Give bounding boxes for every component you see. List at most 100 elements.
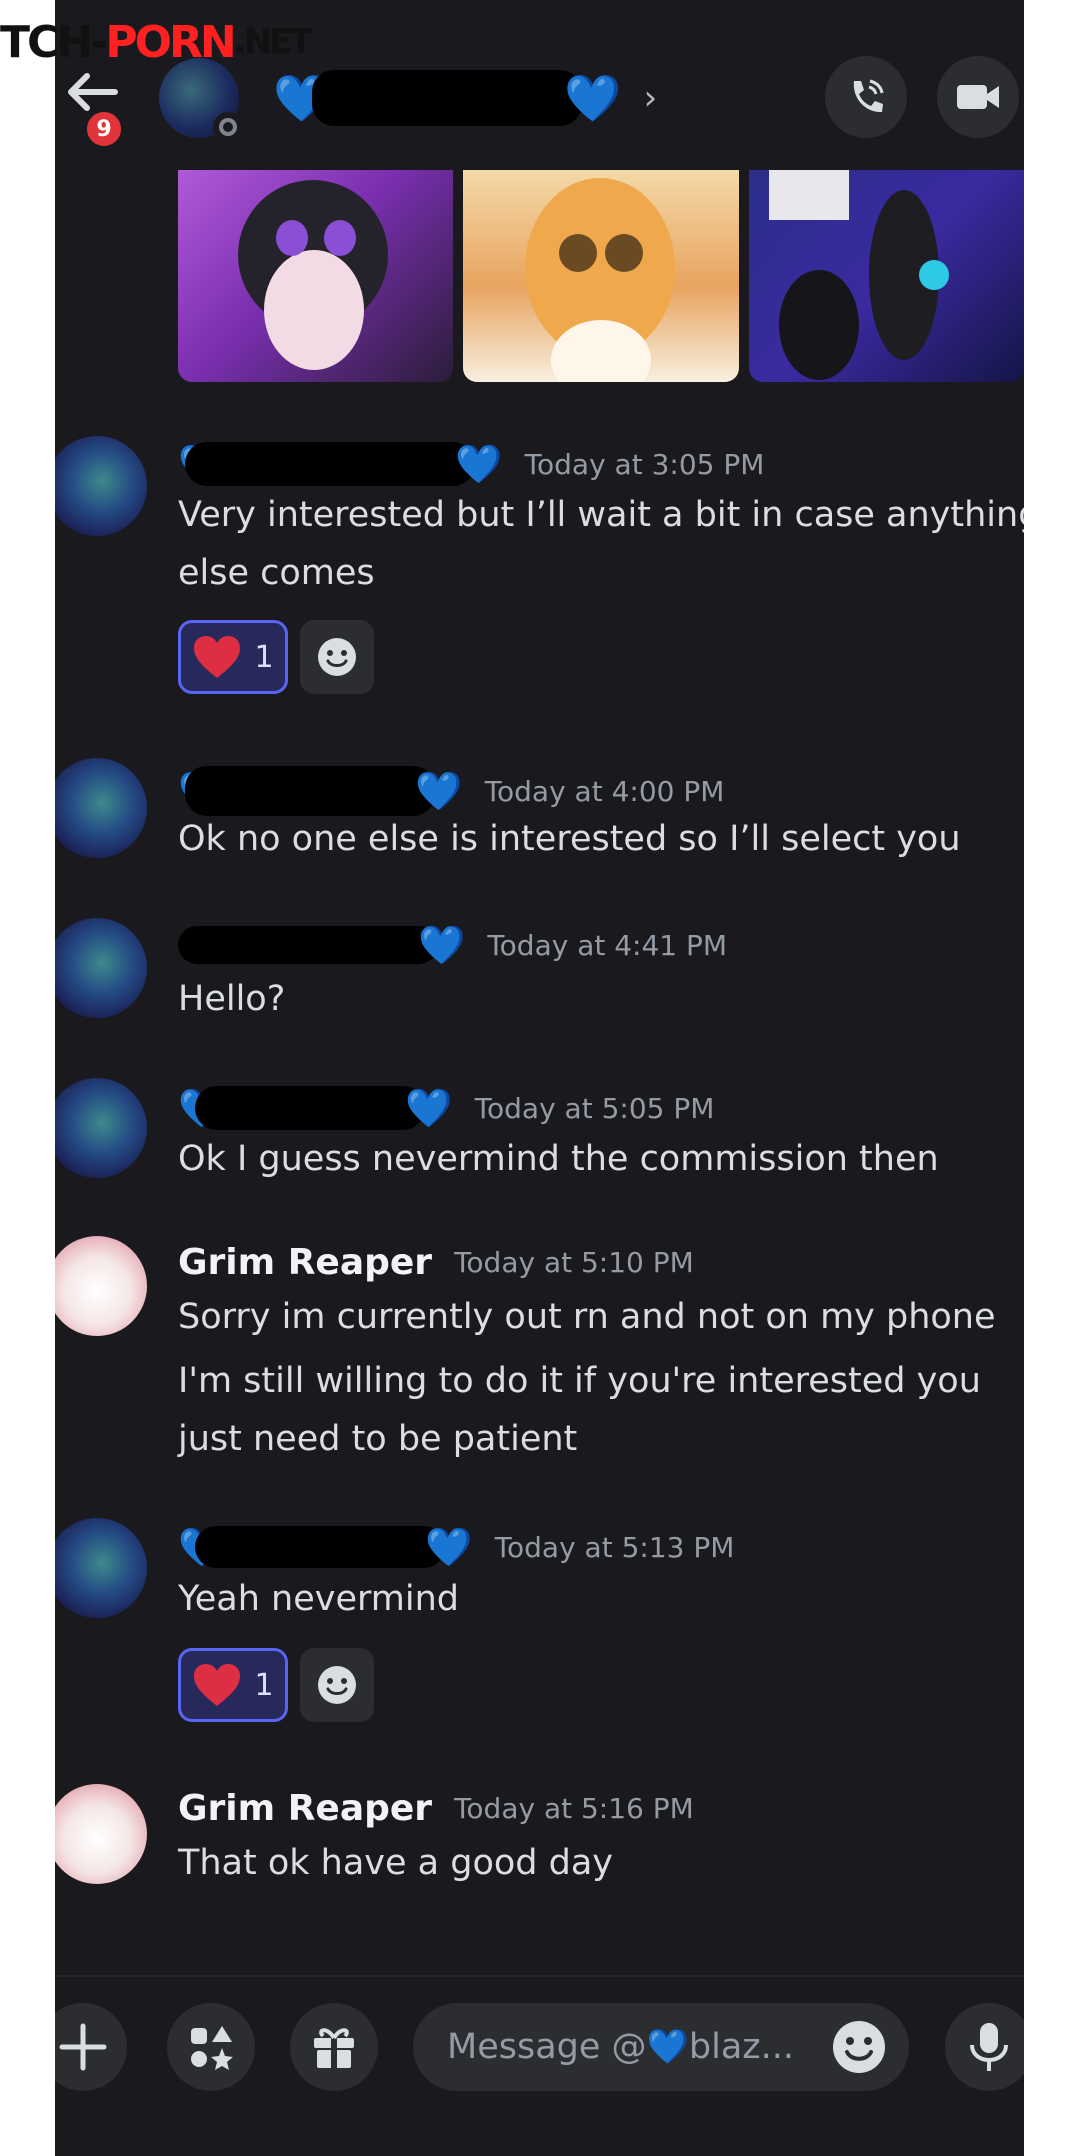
watermark-text-2: PORN bbox=[105, 16, 236, 68]
heart-icon bbox=[194, 636, 241, 678]
blue-heart-icon: 💙 bbox=[418, 923, 466, 967]
redacted-username[interactable] bbox=[195, 1526, 446, 1568]
message-text: Ok no one else is interested so I’ll sel… bbox=[178, 810, 961, 868]
message-text: I'm still willing to do it if you're int… bbox=[178, 1352, 981, 1468]
unread-badge: 9 bbox=[83, 108, 125, 150]
video-camera-icon bbox=[957, 85, 999, 109]
message-header: 💙 💙 Today at 5:13 PM bbox=[178, 1526, 734, 1568]
message-header: Grim Reaper Today at 5:16 PM bbox=[178, 1788, 694, 1829]
message-text: Yeah nevermind bbox=[178, 1570, 459, 1628]
message-line: That ok have a good day bbox=[178, 1843, 614, 1883]
reaction-heart[interactable]: 1 bbox=[178, 1648, 288, 1722]
reactions-bar: 1 bbox=[178, 1648, 374, 1722]
voice-message-button[interactable] bbox=[945, 2003, 1024, 2091]
blue-heart-icon: 💙 bbox=[425, 1525, 473, 1569]
recipient-name[interactable]: 💙 💙 › bbox=[273, 70, 657, 126]
heart-icon bbox=[194, 1664, 241, 1706]
dm-chat-screen: 9 💙 💙 › 💙 Today at 3:05 PM Very interest… bbox=[55, 0, 1024, 2156]
timestamp: Today at 5:05 PM bbox=[474, 1091, 715, 1125]
message-input[interactable]: Message @ 💙 blaz... bbox=[413, 2003, 909, 2091]
attachment-image[interactable] bbox=[178, 170, 454, 382]
blue-heart-icon: 💙 bbox=[455, 442, 503, 486]
message-text: Very interested but I’ll wait a bit in c… bbox=[178, 486, 1024, 602]
blue-heart-icon: 💙 bbox=[405, 1086, 453, 1130]
timestamp: Today at 5:10 PM bbox=[454, 1246, 694, 1279]
apps-icon bbox=[191, 2026, 233, 2070]
avatar[interactable] bbox=[55, 1078, 147, 1178]
add-reaction-button[interactable] bbox=[300, 620, 374, 694]
blue-heart-icon: 💙 bbox=[646, 2027, 689, 2067]
timestamp: Today at 5:16 PM bbox=[454, 1792, 694, 1825]
emoji-picker-button[interactable] bbox=[831, 2019, 887, 2084]
plus-icon bbox=[59, 2023, 107, 2071]
smiley-icon bbox=[318, 1666, 356, 1704]
timestamp: Today at 4:00 PM bbox=[484, 774, 725, 808]
message-line: Sorry im currently out rn and not on my … bbox=[178, 1297, 996, 1337]
message-text: Hello? bbox=[178, 970, 285, 1028]
avatar[interactable] bbox=[55, 1236, 147, 1336]
avatar[interactable] bbox=[55, 436, 147, 536]
redacted-username[interactable] bbox=[185, 442, 476, 486]
chevron-right-icon: › bbox=[643, 78, 658, 118]
avatar[interactable] bbox=[55, 918, 147, 1018]
message-line: Ok no one else is interested so I’ll sel… bbox=[178, 819, 961, 859]
image-attachments bbox=[178, 170, 1024, 382]
arrow-left-icon bbox=[68, 73, 118, 111]
timestamp: Today at 3:05 PM bbox=[524, 447, 765, 481]
author-name[interactable]: Grim Reaper bbox=[178, 1242, 432, 1283]
redacted-username[interactable] bbox=[195, 1086, 426, 1130]
phone-icon bbox=[853, 79, 884, 113]
smiley-icon bbox=[318, 638, 356, 676]
apps-button[interactable] bbox=[167, 2003, 255, 2091]
avatar[interactable] bbox=[55, 758, 147, 858]
message-header: 💙 💙 Today at 4:00 PM bbox=[178, 766, 724, 816]
watermark-text-3: .NET bbox=[233, 22, 313, 62]
redacted-username[interactable] bbox=[178, 926, 438, 964]
video-call-button[interactable] bbox=[937, 56, 1019, 138]
add-attachment-button[interactable] bbox=[55, 2003, 127, 2091]
redacted-name bbox=[312, 70, 583, 126]
timestamp: Today at 4:41 PM bbox=[487, 928, 728, 962]
author-name[interactable]: Grim Reaper bbox=[178, 1788, 432, 1829]
smiley-icon bbox=[833, 2021, 885, 2073]
message-header: 💙 💙 Today at 3:05 PM bbox=[178, 442, 764, 486]
timestamp: Today at 5:13 PM bbox=[494, 1530, 735, 1564]
status-offline-icon bbox=[213, 112, 243, 142]
message-line: Ok I guess nevermind the commission then bbox=[178, 1139, 939, 1179]
message-line: Yeah nevermind bbox=[178, 1579, 459, 1619]
watermark-text-1: TCH- bbox=[0, 16, 108, 68]
attachment-image[interactable] bbox=[748, 170, 1024, 382]
message-text: Sorry im currently out rn and not on my … bbox=[178, 1288, 996, 1346]
message-header: 💙 Today at 4:41 PM bbox=[178, 926, 727, 964]
blue-heart-icon: 💙 bbox=[415, 769, 463, 813]
message-line: I'm still willing to do it if you're int… bbox=[178, 1361, 981, 1401]
avatar[interactable] bbox=[55, 1784, 147, 1884]
message-text: That ok have a good day bbox=[178, 1834, 613, 1892]
message-line: else comes bbox=[178, 553, 375, 593]
watermark: TCH- PORN .NET bbox=[0, 14, 313, 70]
back-button[interactable]: 9 bbox=[55, 60, 135, 150]
reaction-count: 1 bbox=[254, 1667, 274, 1703]
blue-heart-icon: 💙 bbox=[564, 71, 622, 125]
reactions-bar: 1 bbox=[178, 620, 374, 694]
gift-button[interactable] bbox=[290, 2003, 378, 2091]
message-header: Grim Reaper Today at 5:10 PM bbox=[178, 1242, 694, 1283]
message-line: Hello? bbox=[178, 979, 286, 1019]
reaction-heart[interactable]: 1 bbox=[178, 620, 288, 694]
attachment-image[interactable] bbox=[463, 170, 739, 382]
avatar[interactable] bbox=[55, 1518, 147, 1618]
gift-icon bbox=[314, 2028, 354, 2068]
redacted-username[interactable] bbox=[185, 766, 436, 816]
message-line: Very interested but I’ll wait a bit in c… bbox=[178, 495, 1024, 535]
message-header: 💙 💙 Today at 5:05 PM bbox=[178, 1086, 714, 1130]
add-reaction-button[interactable] bbox=[300, 1648, 374, 1722]
placeholder-prefix: Message @ bbox=[447, 2027, 647, 2067]
message-text: Ok I guess nevermind the commission then bbox=[178, 1130, 939, 1188]
reaction-count: 1 bbox=[254, 639, 274, 675]
message-composer: Message @ 💙 blaz... bbox=[55, 1975, 1024, 2156]
microphone-icon bbox=[970, 2023, 1008, 2071]
voice-call-button[interactable] bbox=[825, 56, 907, 138]
placeholder-suffix: blaz... bbox=[688, 2027, 795, 2067]
recipient-avatar[interactable] bbox=[159, 58, 243, 142]
message-line: just need to be patient bbox=[178, 1419, 578, 1459]
